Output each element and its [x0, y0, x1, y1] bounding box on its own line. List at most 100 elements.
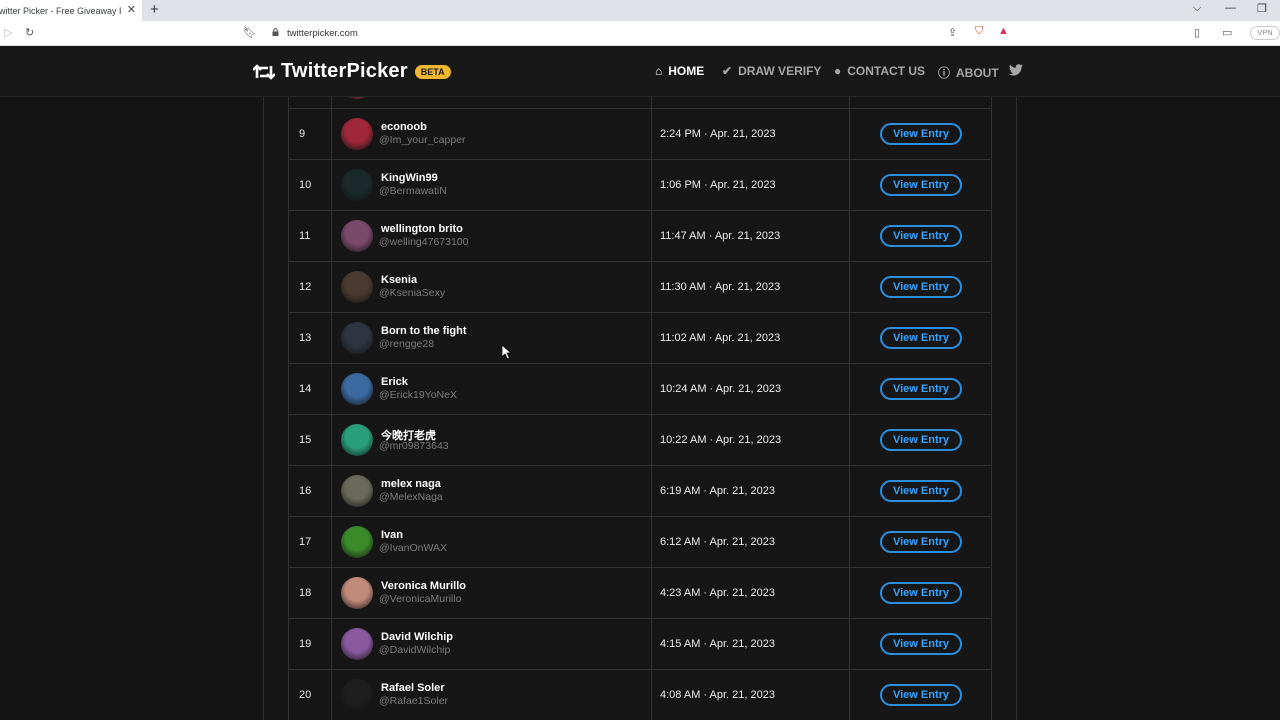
avatar[interactable] [341, 220, 373, 252]
brave-shield-icon[interactable]: ⛉ [975, 25, 983, 38]
nav-draw-verify[interactable]: ✔ DRAW VERIFY [722, 64, 821, 78]
restore-icon[interactable]: ❐ [1257, 2, 1267, 15]
brand-logo-link[interactable]: TwitterPicker BETA [253, 60, 451, 83]
home-icon: ⌂ [655, 64, 663, 78]
entry-time: 6:12 AM · Apr. 21, 2023 [660, 536, 775, 548]
user-cell: Born to the fight @rengge28 [332, 313, 652, 363]
avatar[interactable] [341, 526, 373, 558]
rank-number: 20 [299, 689, 312, 701]
nav-contact[interactable]: ● CONTACT US [834, 64, 925, 78]
close-tab-icon[interactable]: ✕ [127, 3, 136, 16]
user-handle[interactable]: @welling47673100 [379, 236, 468, 248]
share-icon[interactable]: ⇪ [948, 26, 957, 39]
user-name[interactable]: econoob [381, 121, 427, 133]
sidebar-icon[interactable]: ▯ [1194, 26, 1200, 39]
chat-bubble-icon: ● [834, 64, 842, 78]
view-entry-button[interactable]: View Entry [880, 123, 962, 145]
user-handle[interactable]: @rengge28 [379, 338, 434, 350]
avatar[interactable] [341, 628, 373, 660]
user-name[interactable]: Erick [381, 376, 408, 388]
browser-toolbar: ▷ ↻ 🔖︎ twitterpicker.com ⇪ ⛉ ▲ ▯ ▭ VPN [0, 21, 1280, 46]
rank-number: 15 [299, 434, 312, 446]
avatar[interactable] [341, 424, 373, 456]
user-handle[interactable]: @IvanOnWAX [379, 542, 447, 554]
view-entry-button[interactable]: View Entry [880, 327, 962, 349]
user-handle[interactable]: @Im_your_capper [379, 134, 466, 146]
vpn-button[interactable]: VPN [1250, 26, 1280, 40]
time-cell [652, 97, 850, 108]
user-cell [332, 97, 652, 108]
rank-cell: 14 [289, 364, 332, 414]
user-handle[interactable]: @DavidWilchip [379, 644, 450, 656]
table-row: 13 Born to the fight @rengge28 11:02 AM … [288, 313, 992, 364]
lock-icon [272, 28, 279, 36]
reload-icon[interactable]: ↻ [25, 26, 34, 39]
user-handle[interactable]: @Erick19YoNeX [379, 389, 457, 401]
user-name[interactable]: Ivan [381, 529, 403, 541]
avatar[interactable] [341, 97, 373, 99]
view-entry-button[interactable]: View Entry [880, 582, 962, 604]
user-cell: Veronica Murillo @VeronicaMurillo [332, 568, 652, 618]
view-entry-button[interactable]: View Entry [880, 378, 962, 400]
brave-rewards-icon[interactable]: ▲ [998, 25, 1009, 37]
avatar[interactable] [341, 679, 373, 711]
browser-tab[interactable]: witter Picker - Free Giveaway Pic ✕ [0, 0, 142, 21]
user-name[interactable]: Born to the fight [381, 325, 467, 337]
action-cell [850, 97, 992, 108]
rank-number: 11 [299, 230, 311, 242]
view-entry-button[interactable]: View Entry [880, 429, 962, 451]
nav-home[interactable]: ⌂ HOME [655, 64, 704, 78]
nav-about[interactable]: ⓘ ABOUT [938, 64, 999, 81]
user-name[interactable]: Veronica Murillo [381, 580, 466, 592]
table-row: 20 Rafael Soler @Rafae1Soler 4:08 AM · A… [288, 670, 992, 720]
rank-cell: 19 [289, 619, 332, 669]
view-entry-button[interactable]: View Entry [880, 633, 962, 655]
user-handle[interactable]: @mr09873643 [379, 440, 449, 452]
action-cell: View Entry [850, 109, 992, 159]
wallet-icon[interactable]: ▭ [1222, 26, 1232, 39]
user-cell: Ksenia @KseniaSexy [332, 262, 652, 312]
view-entry-button[interactable]: View Entry [880, 531, 962, 553]
user-handle[interactable]: @Rafae1Soler [379, 695, 448, 707]
rank-cell: 10 [289, 160, 332, 210]
user-name[interactable]: Ksenia [381, 274, 417, 286]
avatar[interactable] [341, 271, 373, 303]
tab-search-icon[interactable]: ⌵ [1193, 2, 1201, 15]
twitter-link[interactable] [1009, 64, 1023, 76]
avatar[interactable] [341, 322, 373, 354]
address-bar[interactable]: twitterpicker.com [287, 28, 358, 39]
entry-time: 4:08 AM · Apr. 21, 2023 [660, 689, 775, 701]
view-entry-button[interactable]: View Entry [880, 174, 962, 196]
rank-cell: 20 [289, 670, 332, 720]
view-entry-button[interactable]: View Entry [880, 684, 962, 706]
bookmark-icon[interactable]: 🔖︎ [243, 26, 257, 39]
table-row: 19 David Wilchip @DavidWilchip 4:15 AM ·… [288, 619, 992, 670]
view-entry-button[interactable]: View Entry [880, 225, 962, 247]
view-entry-button[interactable]: View Entry [880, 276, 962, 298]
rank-number: 10 [299, 179, 312, 191]
rank-number: 16 [299, 485, 312, 497]
user-name[interactable]: Rafael Soler [381, 682, 445, 694]
user-name[interactable]: melex naga [381, 478, 441, 490]
user-handle[interactable]: @MelexNaga [379, 491, 443, 503]
avatar[interactable] [341, 577, 373, 609]
user-handle[interactable]: @BermawatiN [379, 185, 447, 197]
avatar[interactable] [341, 169, 373, 201]
user-name[interactable]: KingWin99 [381, 172, 438, 184]
rank-number: 14 [299, 383, 312, 395]
new-tab-icon[interactable]: + [150, 1, 159, 18]
user-name[interactable]: wellington brito [381, 223, 463, 235]
rank-cell: 15 [289, 415, 332, 465]
entry-time: 11:47 AM · Apr. 21, 2023 [660, 230, 781, 242]
forward-icon[interactable]: ▷ [4, 26, 12, 39]
user-handle[interactable]: @KseniaSexy [379, 287, 445, 299]
avatar[interactable] [341, 373, 373, 405]
user-name[interactable]: David Wilchip [381, 631, 453, 643]
action-cell: View Entry [850, 160, 992, 210]
view-entry-button[interactable]: View Entry [880, 480, 962, 502]
avatar[interactable] [341, 118, 373, 150]
avatar[interactable] [341, 475, 373, 507]
user-handle[interactable]: @VeronicaMurillo [379, 593, 461, 605]
minimize-icon[interactable]: — [1225, 2, 1236, 14]
brand-name: TwitterPicker [281, 60, 408, 82]
